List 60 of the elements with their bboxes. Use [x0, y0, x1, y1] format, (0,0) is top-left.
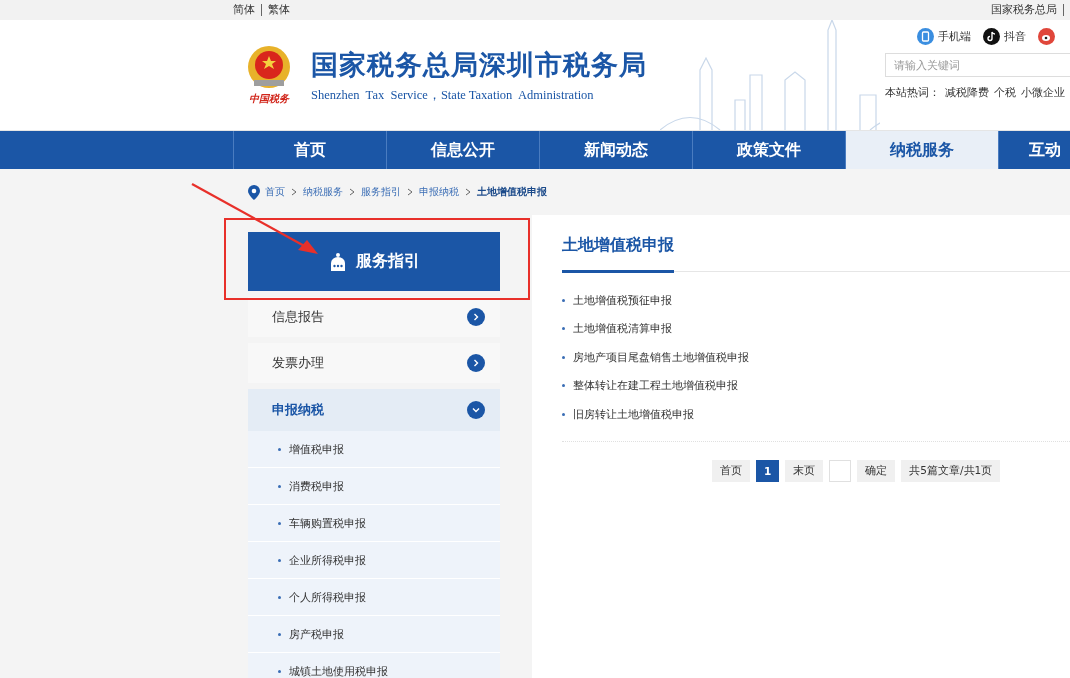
article-link[interactable]: 土地增值税预征申报 [573, 292, 672, 308]
sidebar-item[interactable]: 申报纳税 [248, 389, 500, 431]
chevron-right-icon [467, 308, 485, 326]
search-field[interactable]: 请输入关键词 [885, 53, 1070, 77]
sidebar-subitem[interactable]: 增值税申报 [248, 431, 500, 468]
chevron-icon [349, 188, 355, 196]
chevron-icon [407, 188, 413, 196]
location-pin-icon [248, 184, 260, 200]
article-link[interactable]: 旧房转让土地增值税申报 [573, 406, 694, 422]
shortcut-link[interactable]: 抖音 [983, 28, 1026, 45]
article-link[interactable]: 整体转让在建工程土地增值税申报 [573, 378, 738, 394]
sidebar-subitem[interactable]: 车辆购置税申报 [248, 505, 500, 542]
weibo-icon [1038, 28, 1055, 45]
music-note-icon [983, 28, 1000, 45]
hot-word-link[interactable]: 减税降费 [945, 86, 989, 100]
nav-tab[interactable]: 首页 [233, 131, 386, 169]
article-link[interactable]: 房地产项目尾盘销售土地增值税申报 [573, 349, 749, 365]
emblem-icon [246, 44, 292, 90]
confirm-button[interactable]: 确定 [857, 459, 896, 482]
last-page-button[interactable]: 末页 [785, 459, 824, 482]
site-title: 国家税务总局深圳市税务局 [311, 47, 647, 82]
page-input[interactable] [829, 459, 852, 482]
nav-tab[interactable]: 新闻动态 [539, 131, 692, 169]
hot-word-link[interactable]: 个税 [994, 86, 1016, 100]
sidebar-subitem[interactable]: 个人所得税申报 [248, 579, 500, 616]
logo-caption: 中国税务 [249, 92, 289, 106]
sidebar-subitem[interactable]: 企业所得税申报 [248, 542, 500, 579]
sidebar-subitem[interactable]: 城镇土地使用税申报 [248, 653, 500, 678]
page-summary: 共5篇文章/共1页 [901, 459, 1001, 482]
breadcrumb-link[interactable]: 服务指引 [361, 185, 401, 199]
shortcut-link[interactable] [1038, 28, 1055, 45]
sidebar-item[interactable]: 发票办理 [248, 343, 500, 383]
breadcrumb-link[interactable]: 首页 [265, 185, 285, 199]
nav-tab[interactable]: 互动 [998, 131, 1070, 169]
breadcrumb-link[interactable]: 纳税服务 [303, 185, 343, 199]
shortcut-link[interactable]: 手机端 [917, 28, 971, 45]
article-link[interactable]: 土地增值税清算申报 [573, 321, 672, 337]
chevron-down-icon [467, 401, 485, 419]
sidebar-item[interactable]: 信息报告 [248, 297, 500, 337]
language-link[interactable]: 繁体 [268, 4, 296, 16]
top-link[interactable]: 国家税务总局 [991, 4, 1064, 16]
language-link[interactable]: 简体 [233, 4, 262, 16]
hot-word-link[interactable]: 小微企业 [1021, 86, 1065, 100]
section-title: 土地增值税申报 [562, 231, 674, 273]
sidebar-heading-button[interactable]: 服务指引 [248, 232, 500, 291]
chevron-icon [291, 188, 297, 196]
page-number-button[interactable]: 1 [756, 459, 780, 482]
sidebar-subitem[interactable]: 房产税申报 [248, 616, 500, 653]
chevron-right-icon [467, 354, 485, 372]
nav-tab[interactable]: 信息公开 [386, 131, 539, 169]
hot-words-label: 本站热词： [885, 86, 940, 100]
first-page-button[interactable]: 首页 [712, 459, 750, 482]
nav-tab[interactable]: 纳税服务 [845, 131, 998, 169]
chevron-icon [465, 188, 471, 196]
robot-icon [328, 251, 348, 272]
breadcrumb-link[interactable]: 土地增值税申报 [477, 185, 547, 199]
site-subtitle: Shenzhen Tax Service，State Taxation Administration [311, 86, 595, 104]
sidebar-subitem[interactable]: 消费税申报 [248, 468, 500, 505]
phone-icon [917, 28, 934, 45]
breadcrumb-link[interactable]: 申报纳税 [419, 185, 459, 199]
